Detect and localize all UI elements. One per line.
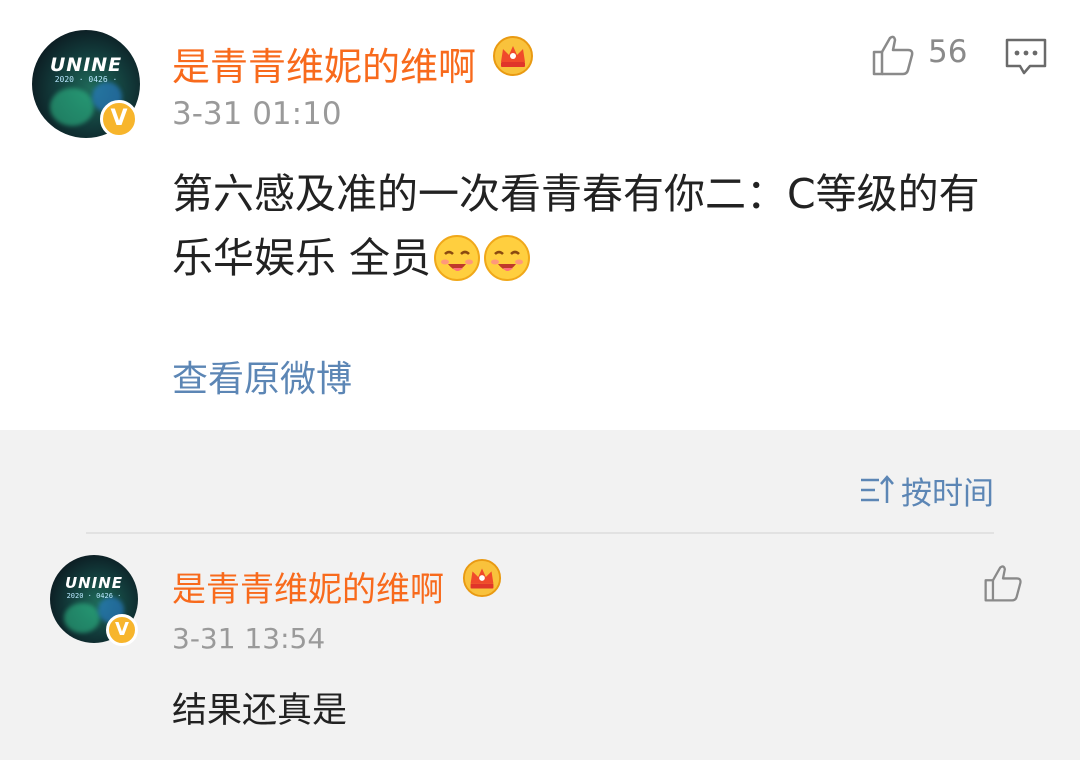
reply-text: 结果还真是 — [172, 691, 348, 731]
comment-icon[interactable] — [1004, 36, 1048, 76]
sort-time-icon — [861, 475, 894, 503]
avatar-date: 2020 · 0426 · — [54, 75, 118, 85]
sort-label: 按时间 — [901, 475, 994, 512]
drooling-face-emoji — [484, 235, 531, 281]
like-control[interactable]: 56 — [870, 30, 970, 80]
username[interactable]: 是青青维妮的维啊 — [172, 36, 476, 91]
comment-text-line: 第六感及准的一次看青春有你二：C等级的有 — [172, 170, 980, 218]
comment-text-span: 乐华娱乐 全员 — [172, 234, 432, 282]
avatar-glow — [50, 88, 94, 126]
crown-icon — [493, 36, 533, 76]
crown-icon — [462, 558, 502, 598]
username[interactable]: 是青青维妮的维啊 — [172, 562, 444, 611]
avatar-date: 2020 · 0426 · — [66, 591, 122, 600]
like-count: 56 — [928, 34, 968, 70]
verified-badge: V — [100, 100, 138, 138]
sort-by-time-button[interactable]: 按时间 — [859, 470, 994, 512]
divider — [86, 532, 994, 534]
view-original-link[interactable]: 查看原微博 — [172, 350, 352, 402]
timestamp: 3-31 01:10 — [172, 96, 342, 132]
thumbs-up-icon[interactable] — [870, 32, 916, 78]
thumbs-up-icon[interactable] — [982, 562, 1024, 604]
main-comment: UNINE 2020 · 0426 · V 是青青维妮的维啊 3-31 01:1… — [0, 0, 1080, 430]
drooling-face-emoji — [434, 235, 481, 281]
timestamp: 3-31 13:54 — [172, 622, 326, 655]
avatar-brand: UNINE — [49, 53, 123, 76]
verified-badge: V — [106, 614, 138, 646]
replies-section: 按时间 UNINE 2020 · 0426 · V 是青青维妮的维啊 3-31 … — [0, 430, 1080, 760]
comment-text: 第六感及准的一次看青春有你二：C等级的有 乐华娱乐 全员 — [172, 162, 1042, 290]
avatar-brand: UNINE — [64, 574, 124, 593]
avatar-glow — [64, 603, 100, 633]
comment-text-line: 乐华娱乐 全员 — [172, 226, 1042, 290]
